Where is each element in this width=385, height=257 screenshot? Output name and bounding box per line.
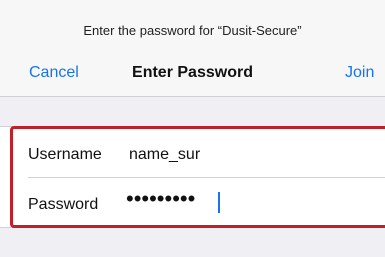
password-row[interactable]: Password ••••••••• [0, 177, 385, 227]
network-prompt: Enter the password for “Dusit-Secure” [83, 23, 302, 38]
username-field[interactable]: name_sur [129, 146, 200, 164]
credentials-form: Username name_sur Password ••••••••• [0, 126, 385, 228]
dialog-header: Enter the password for “Dusit-Secure” Ca… [0, 0, 385, 97]
cancel-button[interactable]: Cancel [29, 64, 79, 82]
username-row[interactable]: Username name_sur [0, 127, 385, 177]
join-button[interactable]: Join [345, 64, 374, 82]
text-cursor [218, 192, 220, 213]
password-field[interactable]: ••••••••• [126, 188, 195, 210]
username-label: Username [28, 146, 102, 163]
password-label: Password [28, 196, 99, 213]
